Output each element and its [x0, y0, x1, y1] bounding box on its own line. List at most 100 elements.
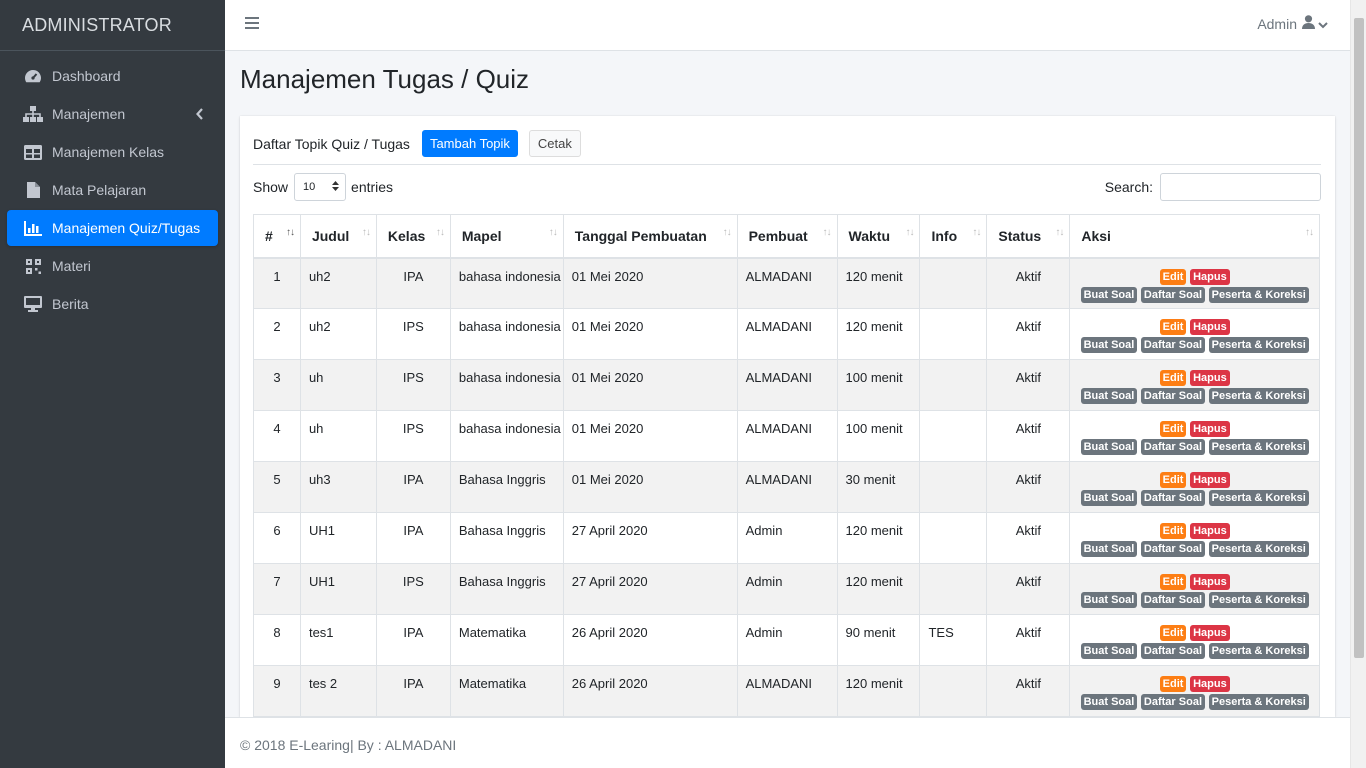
search-label: Search:	[1104, 179, 1153, 195]
entries-select[interactable]: 10	[294, 173, 347, 201]
cell-judul: uh3	[299, 461, 377, 513]
participants-grading-button[interactable]: Peserta & Koreksi	[1208, 694, 1309, 710]
participants-grading-button[interactable]: Peserta & Koreksi	[1208, 643, 1309, 659]
participants-grading-button[interactable]: Peserta & Koreksi	[1208, 388, 1309, 404]
add-topic-button[interactable]: Tambah Topik	[421, 130, 518, 157]
create-questions-button[interactable]: Buat Soal	[1080, 286, 1138, 303]
edit-button[interactable]: Edit	[1159, 421, 1187, 437]
delete-button[interactable]: Hapus	[1190, 319, 1230, 335]
column-header-info[interactable]: Info ↑↓	[919, 214, 988, 259]
file-icon	[23, 182, 43, 198]
cell-judul: UH1	[299, 512, 377, 564]
column-header-pembuat[interactable]: Pembuat ↑↓	[736, 214, 838, 259]
question-list-button[interactable]: Daftar Soal	[1140, 643, 1205, 659]
scrollbar[interactable]	[1350, 0, 1366, 768]
question-list-button[interactable]: Daftar Soal	[1140, 694, 1205, 710]
print-button[interactable]: Cetak	[528, 130, 581, 157]
sidebar-item-mata-pelajaran[interactable]: Mata Pelajaran	[7, 172, 218, 208]
cell-mapel: bahasa indonesia	[449, 257, 564, 309]
tachometer-icon	[23, 68, 43, 84]
user-icon	[1302, 15, 1315, 32]
delete-button[interactable]: Hapus	[1190, 370, 1230, 386]
participants-grading-button[interactable]: Peserta & Koreksi	[1208, 490, 1309, 506]
cell-tanggal: 01 Mei 2020	[562, 257, 738, 309]
cell-status: Aktif	[986, 614, 1071, 666]
sidebar-item-manajemen[interactable]: Manajemen	[7, 96, 218, 132]
cell-aksi: Edit Hapus Buat Soal Daftar Soal Peserta …	[1069, 512, 1320, 564]
cell-pembuat: ALMADANI	[736, 665, 838, 717]
participants-grading-button[interactable]: Peserta & Koreksi	[1208, 286, 1309, 303]
participants-grading-button[interactable]: Peserta & Koreksi	[1208, 337, 1309, 353]
column-header-status[interactable]: Status ↑↓	[986, 214, 1071, 259]
create-questions-button[interactable]: Buat Soal	[1080, 541, 1138, 557]
sort-icon: ↑↓	[1305, 227, 1314, 238]
create-questions-button[interactable]: Buat Soal	[1080, 694, 1138, 710]
cell-mapel: bahasa indonesia	[449, 359, 564, 411]
edit-button[interactable]: Edit	[1159, 268, 1187, 285]
column-header-judul[interactable]: Judul ↑↓	[299, 214, 377, 259]
delete-button[interactable]: Hapus	[1190, 625, 1230, 641]
participants-grading-button[interactable]: Peserta & Koreksi	[1208, 592, 1309, 608]
participants-grading-button[interactable]: Peserta & Koreksi	[1208, 439, 1309, 455]
question-list-button[interactable]: Daftar Soal	[1140, 388, 1205, 404]
sidebar-item-manajemen-quiz-tugas[interactable]: Manajemen Quiz/Tugas	[7, 210, 218, 246]
cell-waktu: 120 menit	[836, 563, 921, 615]
cell-judul: uh2	[299, 257, 377, 309]
create-questions-button[interactable]: Buat Soal	[1080, 643, 1138, 659]
sidebar: ADMINISTRATOR Dashboard Manajemen Manaje…	[0, 0, 225, 768]
question-list-button[interactable]: Daftar Soal	[1140, 490, 1205, 506]
sidebar-item-manajemen-kelas[interactable]: Manajemen Kelas	[7, 134, 218, 170]
brand-title[interactable]: ADMINISTRATOR	[0, 0, 225, 51]
question-list-button[interactable]: Daftar Soal	[1140, 337, 1205, 353]
edit-button[interactable]: Edit	[1159, 472, 1187, 488]
cell-waktu: 90 menit	[836, 614, 921, 666]
cell-judul: uh	[299, 410, 377, 462]
column-header-kelas[interactable]: Kelas ↑↓	[375, 214, 451, 259]
create-questions-button[interactable]: Buat Soal	[1080, 592, 1138, 608]
delete-button[interactable]: Hapus	[1190, 574, 1230, 590]
sidebar-item-berita[interactable]: Berita	[7, 286, 218, 322]
edit-button[interactable]: Edit	[1159, 523, 1187, 539]
cell-waktu: 120 menit	[836, 308, 921, 360]
create-questions-button[interactable]: Buat Soal	[1080, 337, 1138, 353]
cell-tanggal: 27 April 2020	[562, 563, 738, 615]
cell-tanggal: 27 April 2020	[562, 512, 738, 564]
search-input[interactable]	[1160, 173, 1321, 201]
edit-button[interactable]: Edit	[1159, 370, 1187, 386]
cell-no: 6	[253, 512, 301, 564]
edit-button[interactable]: Edit	[1159, 319, 1187, 335]
column-header-tanggal[interactable]: Tanggal Pembuatan ↑↓	[562, 214, 738, 259]
question-list-button[interactable]: Daftar Soal	[1140, 286, 1205, 303]
cell-waktu: 100 menit	[836, 359, 921, 411]
create-questions-button[interactable]: Buat Soal	[1080, 490, 1138, 506]
column-header-waktu[interactable]: Waktu ↑↓	[836, 214, 921, 259]
cell-info	[919, 563, 988, 615]
column-header-aksi[interactable]: Aksi ↑↓	[1069, 214, 1320, 259]
scrollbar-thumb[interactable]	[1354, 18, 1364, 658]
edit-button[interactable]: Edit	[1159, 625, 1187, 641]
delete-button[interactable]: Hapus	[1190, 523, 1230, 539]
cell-info	[919, 461, 988, 513]
cell-waktu: 120 menit	[836, 257, 921, 309]
question-list-button[interactable]: Daftar Soal	[1140, 592, 1205, 608]
delete-button[interactable]: Hapus	[1190, 421, 1230, 437]
delete-button[interactable]: Hapus	[1190, 676, 1230, 692]
column-header-mapel[interactable]: Mapel ↑↓	[449, 214, 564, 259]
create-questions-button[interactable]: Buat Soal	[1080, 388, 1138, 404]
participants-grading-button[interactable]: Peserta & Koreksi	[1208, 541, 1309, 557]
column-header-no[interactable]: # ↑↓	[253, 214, 301, 259]
cell-no: 3	[253, 359, 301, 411]
delete-button[interactable]: Hapus	[1190, 472, 1230, 488]
table-search: Search:	[1105, 173, 1321, 201]
edit-button[interactable]: Edit	[1159, 676, 1187, 692]
sidebar-item-dashboard[interactable]: Dashboard	[7, 58, 218, 94]
user-menu[interactable]: Admin	[1257, 15, 1328, 32]
create-questions-button[interactable]: Buat Soal	[1080, 439, 1138, 455]
delete-button[interactable]: Hapus	[1190, 268, 1230, 285]
edit-button[interactable]: Edit	[1159, 574, 1187, 590]
sidebar-item-label: Manajemen Quiz/Tugas	[52, 220, 201, 236]
sidebar-item-materi[interactable]: Materi	[7, 248, 218, 284]
question-list-button[interactable]: Daftar Soal	[1140, 439, 1205, 455]
menu-toggle-icon[interactable]	[245, 17, 259, 33]
question-list-button[interactable]: Daftar Soal	[1140, 541, 1205, 557]
